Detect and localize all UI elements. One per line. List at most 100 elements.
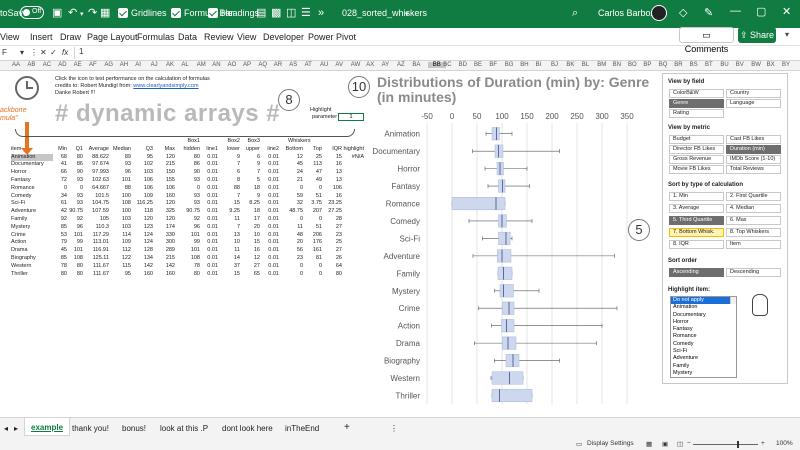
table-cell[interactable]: 113: [303, 161, 322, 169]
table-cell[interactable]: 0.01: [200, 177, 218, 185]
table-cell[interactable]: 9.25: [218, 208, 240, 216]
zoom-level[interactable]: 100%: [776, 440, 793, 447]
metric-button[interactable]: Cast FB Likes: [726, 135, 781, 144]
scrollbar[interactable]: [730, 297, 736, 305]
table-cell[interactable]: 12: [240, 255, 260, 263]
box-bar[interactable]: [502, 336, 517, 350]
column-header[interactable]: BK: [566, 62, 574, 68]
table-cell[interactable]: 0.01: [260, 169, 279, 177]
table-cell[interactable]: Action: [11, 239, 53, 247]
table-cell[interactable]: [342, 216, 364, 224]
table-cell[interactable]: [342, 239, 364, 247]
table-cell[interactable]: [322, 138, 342, 146]
table-cell[interactable]: [342, 169, 364, 177]
list-item[interactable]: Animation: [671, 304, 736, 311]
table-cell[interactable]: 90: [175, 169, 200, 177]
column-header[interactable]: BI: [536, 62, 542, 68]
table-cell[interactable]: Crime: [11, 232, 53, 240]
column-header[interactable]: AP: [243, 62, 251, 68]
table-cell[interactable]: 124: [131, 232, 153, 240]
field-button[interactable]: Language: [726, 99, 781, 108]
table-cell[interactable]: 16: [322, 161, 342, 169]
table-cell[interactable]: 7: [218, 161, 240, 169]
credits-link[interactable]: www.clearlyandsimply.com: [133, 83, 198, 89]
table-cell[interactable]: 42: [53, 208, 67, 216]
table-cell[interactable]: 93: [67, 177, 83, 185]
column-header[interactable]: BE: [474, 62, 482, 68]
table-cell[interactable]: 103: [131, 169, 153, 177]
column-header[interactable]: BD: [459, 62, 467, 68]
box-bar[interactable]: [505, 354, 520, 368]
table-cell[interactable]: Mystery: [11, 224, 53, 232]
table-cell[interactable]: 0.01: [200, 232, 218, 240]
box-bar[interactable]: [498, 214, 507, 228]
metric-button[interactable]: Gross Revenue: [669, 155, 724, 164]
list-icon[interactable]: ☰: [301, 7, 311, 19]
column-header[interactable]: AL: [181, 62, 188, 68]
table-cell[interactable]: [342, 177, 364, 185]
table-cell[interactable]: [153, 138, 175, 146]
sort-button[interactable]: 4. Median: [726, 204, 781, 213]
table-cell[interactable]: 80: [322, 271, 342, 279]
table-cell[interactable]: 9: [218, 154, 240, 162]
table-cell[interactable]: 118: [131, 208, 153, 216]
list-item[interactable]: Adventure: [671, 355, 736, 362]
undo-icon[interactable]: ↶: [68, 7, 77, 19]
redo-icon[interactable]: ↷: [88, 7, 97, 19]
table-cell[interactable]: 27: [322, 247, 342, 255]
table-cell[interactable]: 90: [67, 169, 83, 177]
prev-sheet-icon[interactable]: ◂: [4, 424, 8, 433]
column-header[interactable]: AY: [382, 62, 390, 68]
gridlines-checkbox[interactable]: [118, 8, 128, 18]
table-cell[interactable]: 89: [109, 154, 131, 162]
table-cell[interactable]: 107.59: [83, 208, 109, 216]
table-cell[interactable]: 106: [322, 185, 342, 193]
column-header[interactable]: AB: [27, 62, 35, 68]
table-cell[interactable]: 160: [131, 271, 153, 279]
table-cell[interactable]: 0: [279, 185, 303, 193]
column-header[interactable]: BG: [505, 62, 514, 68]
table-cell[interactable]: 13: [322, 177, 342, 185]
table-cell[interactable]: 289: [153, 247, 175, 255]
table-cell[interactable]: 117.29: [83, 232, 109, 240]
display-settings-icon[interactable]: ▭: [576, 440, 582, 448]
table-cell[interactable]: 93: [175, 193, 200, 201]
chevron-down-icon[interactable]: ▾: [785, 30, 789, 39]
name-box[interactable]: F: [2, 48, 7, 57]
sort-button[interactable]: 3. Average: [669, 204, 724, 213]
table-cell[interactable]: 0.01: [200, 161, 218, 169]
table-cell[interactable]: Horror: [11, 169, 53, 177]
box-bar[interactable]: [494, 144, 504, 158]
table-cell[interactable]: 116.25: [131, 200, 153, 208]
sort-button[interactable]: 8. Top Whiskers: [726, 228, 781, 237]
table-cell[interactable]: 142: [131, 263, 153, 271]
table-cell[interactable]: Box1: [175, 138, 200, 146]
table-cell[interactable]: 330: [153, 232, 175, 240]
table-cell[interactable]: 100: [109, 193, 131, 201]
table-cell[interactable]: 59: [279, 193, 303, 201]
table-cell[interactable]: 0.01: [260, 271, 279, 279]
column-header[interactable]: BY: [782, 62, 790, 68]
table-cell[interactable]: Family: [11, 216, 53, 224]
table-cell[interactable]: 53: [53, 232, 67, 240]
list-item[interactable]: Sci-Fi: [671, 348, 736, 355]
table-cell[interactable]: 0: [303, 271, 322, 279]
table-cell[interactable]: 15: [218, 271, 240, 279]
table-cell[interactable]: 10: [240, 232, 260, 240]
formula-input[interactable]: 1: [74, 47, 784, 59]
zoom-slider[interactable]: [693, 444, 758, 445]
table-cell[interactable]: 0.01: [260, 232, 279, 240]
table-cell[interactable]: 80: [175, 271, 200, 279]
table-cell[interactable]: 0.01: [260, 216, 279, 224]
table-cell[interactable]: Animation: [11, 153, 53, 162]
table-cell[interactable]: [342, 263, 364, 271]
table-cell[interactable]: 86: [175, 161, 200, 169]
clock-icon[interactable]: [15, 76, 39, 100]
table-cell[interactable]: 37: [218, 263, 240, 271]
column-header[interactable]: AM: [197, 62, 206, 68]
table-cell[interactable]: 48: [279, 232, 303, 240]
field-button[interactable]: Genre: [669, 99, 724, 108]
boxplot-chart[interactable]: -50 0 50 100 150 200 250 300 350 Animation Documen…: [365, 72, 660, 417]
share-button[interactable]: ⇪ Share: [738, 27, 776, 43]
table-cell[interactable]: 0.01: [200, 169, 218, 177]
